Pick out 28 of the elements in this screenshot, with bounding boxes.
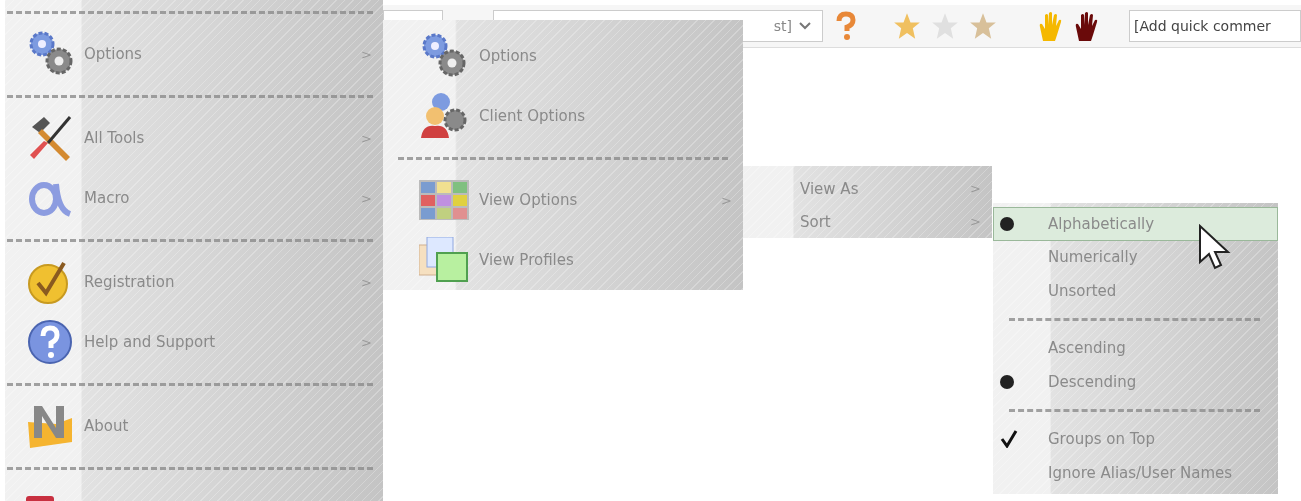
- chevron-down-icon: [798, 21, 812, 31]
- menu-item[interactable]: Macro >: [5, 168, 383, 228]
- menu-item[interactable]: Alphabetically: [993, 207, 1278, 241]
- hand-icon[interactable]: [1073, 11, 1099, 41]
- menu-item[interactable]: Descending: [993, 365, 1278, 399]
- menu-item[interactable]: Help and Support >: [5, 312, 383, 372]
- comment-field[interactable]: [Add quick commer: [1129, 10, 1301, 42]
- help-icon: [26, 318, 74, 366]
- menu-item[interactable]: Numerically: [993, 240, 1278, 274]
- menu-item[interactable]: Ascending: [993, 331, 1278, 365]
- menu-item[interactable]: All Tools >: [5, 108, 383, 168]
- dropdown[interactable]: st]: [493, 10, 823, 42]
- star-icon[interactable]: [893, 12, 921, 40]
- user-gear-icon: [419, 92, 469, 140]
- menu-item[interactable]: View As >: [743, 172, 992, 205]
- menu-item[interactable]: Groups on Top: [993, 422, 1278, 456]
- star-icon[interactable]: [969, 12, 997, 40]
- menu-item[interactable]: Client Options: [383, 86, 743, 146]
- menu-item[interactable]: Registration >: [5, 252, 383, 312]
- menu-item[interactable]: View Profiles: [383, 230, 743, 290]
- menu-item[interactable]: About: [5, 396, 383, 456]
- menu-item[interactable]: Sort >: [743, 205, 992, 238]
- windows-icon: [419, 237, 469, 283]
- menu-item[interactable]: Unsorted: [993, 274, 1278, 308]
- color-grid-icon: [419, 180, 469, 220]
- menu-item[interactable]: View Options >: [383, 170, 743, 230]
- menu-item[interactable]: Options >: [5, 24, 383, 84]
- menu-item[interactable]: Ignore Alias/User Names: [993, 456, 1278, 490]
